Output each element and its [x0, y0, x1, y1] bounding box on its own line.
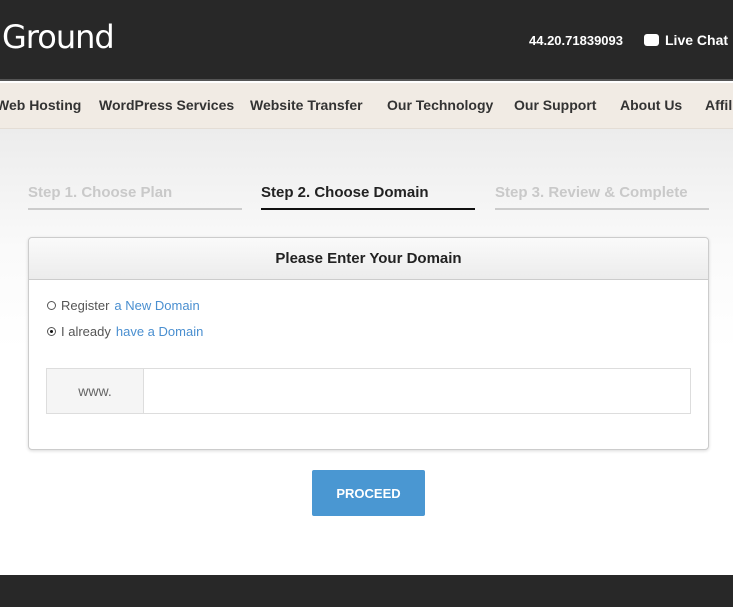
- nav-our-technology[interactable]: Our Technology: [387, 97, 493, 113]
- existing-domain-option[interactable]: I already have a Domain: [47, 324, 203, 339]
- option-link[interactable]: have a Domain: [116, 324, 203, 339]
- proceed-button[interactable]: PROCEED: [312, 470, 425, 516]
- logo[interactable]: Ground: [2, 18, 115, 56]
- main-content: Step 1. Choose Plan Step 2. Choose Domai…: [0, 129, 733, 575]
- nav-our-support[interactable]: Our Support: [514, 97, 596, 113]
- domain-panel: Please Enter Your Domain Register a New D…: [28, 237, 709, 450]
- radio-register[interactable]: [47, 301, 56, 310]
- nav-affiliates[interactable]: Affiliates: [705, 97, 733, 113]
- domain-field: www.: [46, 368, 691, 414]
- register-new-domain-option[interactable]: Register a New Domain: [47, 298, 200, 313]
- panel-title: Please Enter Your Domain: [29, 238, 708, 280]
- nav-web-hosting[interactable]: Web Hosting: [0, 97, 81, 113]
- option-prefix: I already: [61, 324, 111, 339]
- option-prefix: Register: [61, 298, 110, 313]
- chat-icon: [644, 34, 659, 46]
- nav-wordpress-services[interactable]: WordPress Services: [99, 97, 234, 113]
- live-chat-link[interactable]: Live Chat: [644, 32, 728, 48]
- step-3: Step 3. Review & Complete: [495, 184, 709, 210]
- header: Ground 44.20.71839093 Live Chat: [0, 0, 733, 81]
- www-prefix: www.: [47, 369, 144, 413]
- radio-existing[interactable]: [47, 327, 56, 336]
- main-nav: Web Hosting WordPress Services Website T…: [0, 83, 733, 129]
- footer: [0, 575, 733, 607]
- live-chat-label: Live Chat: [665, 32, 729, 48]
- option-link[interactable]: a New Domain: [114, 298, 199, 313]
- phone-number[interactable]: 44.20.71839093: [529, 33, 623, 48]
- nav-website-transfer[interactable]: Website Transfer: [250, 97, 363, 113]
- step-2: Step 2. Choose Domain: [261, 184, 475, 210]
- nav-about-us[interactable]: About Us: [620, 97, 682, 113]
- domain-input[interactable]: [144, 369, 690, 413]
- step-1: Step 1. Choose Plan: [28, 184, 242, 210]
